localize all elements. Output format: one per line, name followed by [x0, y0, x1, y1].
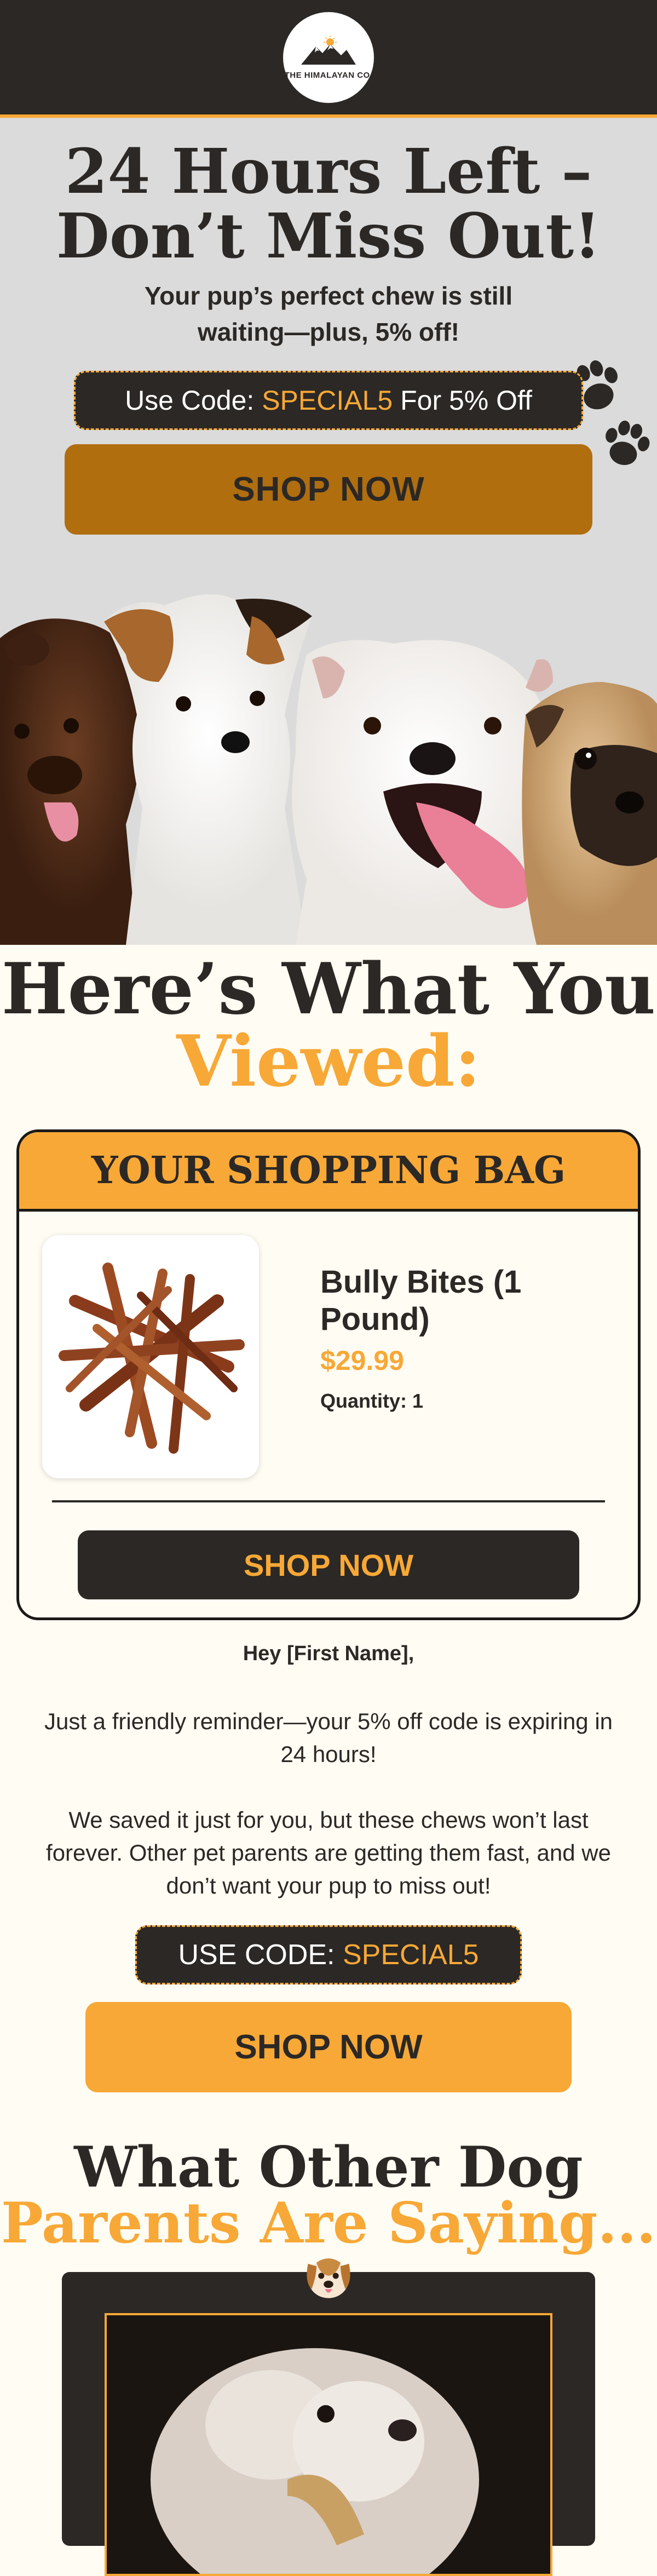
greeting: Hey [First Name],: [243, 1642, 414, 1665]
divider: [52, 1500, 605, 1502]
code-suffix: For 5% Off: [393, 385, 532, 416]
shop-now-button-body[interactable]: SHOP NOW: [85, 2002, 572, 2092]
hero-section: 24 Hours Left – Don’t Miss Out! Your pup…: [0, 118, 657, 945]
product-price: $29.99: [320, 1345, 404, 1376]
hero-subtitle: Your pup’s perfect chew is still waiting…: [144, 282, 513, 346]
reviews-title-line1: What Other Dog: [74, 2135, 583, 2200]
viewed-title-line2: Viewed:: [176, 1020, 481, 1103]
discount-code: SPECIAL5: [262, 385, 393, 416]
product-name[interactable]: Bully Bites (1 Pound): [320, 1264, 594, 1338]
code-prefix: Use Code:: [125, 385, 262, 416]
viewed-title: Here’s What You Viewed:: [0, 953, 657, 1098]
brand-logo[interactable]: THE HIMALAYAN CO.: [283, 12, 374, 103]
hero-title: 24 Hours Left – Don’t Miss Out!: [0, 140, 657, 269]
reviews-title: What Other Dog Parents Are Saying...: [0, 2139, 657, 2251]
product-image[interactable]: [42, 1235, 259, 1478]
reviews-title-line2: Parents Are Saying...: [1, 2190, 656, 2256]
discount-code-box: Use Code: SPECIAL5 For 5% Off: [74, 371, 583, 430]
mountain-sun-icon: [301, 36, 356, 65]
hero-title-line1: 24 Hours Left –: [65, 136, 592, 208]
header-bar: THE HIMALAYAN CO.: [0, 0, 657, 118]
urgency-paragraph: We saved it just for you, but these chew…: [46, 1807, 611, 1898]
paw-print-icon: [606, 420, 650, 466]
reminder-paragraph: Just a friendly reminder—your 5% off cod…: [44, 1708, 613, 1767]
logo-text: THE HIMALAYAN CO.: [284, 71, 373, 80]
hero-title-line2: Don’t Miss Out!: [56, 200, 601, 272]
bully-sticks-photo: [59, 1263, 245, 1454]
review-card: [62, 2272, 595, 2576]
viewed-title-line1: Here’s What You: [1, 948, 656, 1030]
shop-now-button-bag[interactable]: SHOP NOW: [78, 1530, 579, 1599]
dog-chewing-photo: [107, 2315, 550, 2574]
dogs-photo: [0, 594, 657, 945]
product-quantity: Quantity: 1: [320, 1390, 424, 1412]
shop-now-button-hero[interactable]: SHOP NOW: [65, 444, 592, 535]
discount-code-2: SPECIAL5: [342, 1939, 479, 1971]
code-prefix-2: USE CODE:: [178, 1939, 343, 1971]
discount-code-box-2: USE CODE: SPECIAL5: [135, 1925, 522, 1984]
dog-face-icon: [307, 2258, 350, 2298]
shopping-bag-header: YOUR SHOPPING BAG: [19, 1132, 638, 1212]
shopping-bag-card: YOUR SHOPPING BAG Bully Bites (1 Pound) …: [16, 1129, 641, 1620]
review-photo: [105, 2313, 552, 2576]
